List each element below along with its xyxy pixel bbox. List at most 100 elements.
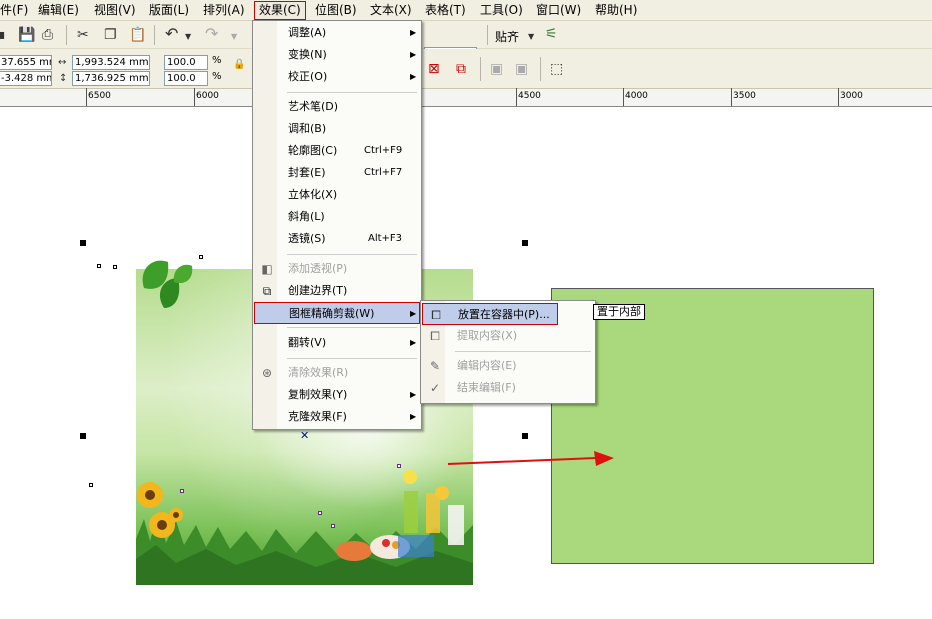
menu-item-finish-editing[interactable]: ✓ 结束编辑(F): [422, 377, 594, 399]
height-field[interactable]: 1,736.925 mm: [72, 71, 150, 86]
ruler-tick: [516, 88, 517, 106]
snap-dropdown-icon[interactable]: ▼: [528, 29, 534, 45]
undo-icon[interactable]: ↶: [165, 26, 178, 42]
menu-separator: [287, 358, 417, 359]
options-icon[interactable]: ⚟: [545, 26, 558, 42]
boundary-icon: ⧉: [262, 284, 272, 298]
ruler-tick: [86, 88, 87, 106]
menu-item-place-inside-container[interactable]: ⧠ 放置在容器中(P)...: [422, 303, 558, 325]
menu-item-extract-contents[interactable]: ⧠ 提取内容(X): [422, 325, 594, 347]
redo-icon[interactable]: ↷: [205, 26, 218, 42]
menu-item-rotate[interactable]: 翻转(V) ▶: [254, 332, 420, 354]
ruler-tick: [838, 88, 839, 106]
node[interactable]: [318, 511, 322, 515]
ruler-tick: [623, 88, 624, 106]
weld-icon[interactable]: ▣: [490, 61, 503, 77]
x-position-field[interactable]: 37.655 mm: [0, 55, 52, 70]
trim-icon[interactable]: ▣: [515, 61, 528, 77]
menu-help[interactable]: 帮助(H): [595, 2, 637, 19]
menu-item-copy-effect[interactable]: 复制效果(Y) ▶: [254, 384, 420, 406]
scale-y-field[interactable]: 100.0: [164, 71, 208, 86]
submenu-arrow-icon: ▶: [410, 338, 417, 347]
node[interactable]: [97, 264, 101, 268]
container-rectangle[interactable]: [551, 288, 874, 564]
menu-arrange[interactable]: 排列(A): [203, 2, 245, 19]
menu-window[interactable]: 窗口(W): [536, 2, 581, 19]
submenu-arrow-icon: ▶: [410, 50, 417, 59]
finish-editing-icon: ✓: [429, 381, 441, 395]
menu-effects[interactable]: 效果(C): [254, 1, 306, 20]
y-position-field[interactable]: -3.428 mm: [0, 71, 52, 86]
menu-layout[interactable]: 版面(L): [149, 2, 189, 19]
menu-item-lens[interactable]: 透镜(S) Alt+F3: [254, 228, 420, 250]
copy-icon[interactable]: ❐: [104, 27, 117, 43]
place-inside-icon: ⧠: [431, 308, 441, 322]
node[interactable]: [199, 255, 203, 259]
menu-separator: [287, 92, 417, 93]
powerclip-submenu: ⧠ 放置在容器中(P)... ⧠ 提取内容(X) ✎ 编辑内容(E) ✓ 结束编…: [420, 300, 596, 404]
property-bar: 37.655 mm -3.428 mm ↔ ↕ 1,993.524 mm 1,7…: [0, 49, 932, 89]
menu-item-extrude[interactable]: 立体化(X): [254, 184, 420, 206]
effects-menu: 调整(A) ▶ 变换(N) ▶ 校正(O) ▶ 艺术笔(D) 调和(B) 轮廓图…: [252, 20, 422, 430]
menu-file[interactable]: 件(F): [0, 2, 28, 19]
standard-toolbar: ▪ 💾 ⎙ ✂ ❐ 📋 ↶ ▼ ↷ ▼ ▼ 贴齐 ▼ ⚟: [0, 21, 932, 66]
center-marker-icon: ✕: [300, 429, 310, 442]
menu-item-envelope[interactable]: 封套(E) Ctrl+F7: [254, 162, 420, 184]
shortcut-label: Alt+F3: [368, 233, 403, 244]
clear-effect-icon: ⊛: [261, 366, 273, 380]
node[interactable]: [397, 464, 401, 468]
node[interactable]: [180, 489, 184, 493]
menu-item-transform[interactable]: 变换(N) ▶: [254, 44, 420, 66]
selection-handle[interactable]: [80, 240, 86, 246]
width-field[interactable]: 1,993.524 mm: [72, 55, 150, 70]
menu-item-contour[interactable]: 轮廓图(C) Ctrl+F9: [254, 140, 420, 162]
undo-dropdown-icon[interactable]: ▼: [185, 29, 191, 45]
menu-text[interactable]: 文本(X): [370, 2, 412, 19]
break-apart-icon[interactable]: ⧉: [456, 61, 466, 77]
menu-item-create-boundary[interactable]: ⧉ 创建边界(T): [254, 280, 420, 302]
submenu-arrow-icon: ▶: [410, 28, 417, 37]
scale-x-field[interactable]: 100.0: [164, 55, 208, 70]
print-icon[interactable]: ⎙: [42, 27, 53, 43]
menu-item-clone-effect[interactable]: 克隆效果(F) ▶: [254, 406, 420, 428]
menu-view[interactable]: 视图(V): [94, 2, 136, 19]
menu-bitmaps[interactable]: 位图(B): [315, 2, 357, 19]
snap-to-label[interactable]: 贴齐: [495, 28, 519, 45]
width-icon: ↔: [58, 57, 67, 68]
toolbar-divider: [480, 57, 481, 81]
node[interactable]: [331, 524, 335, 528]
order-icon[interactable]: ⊠: [428, 61, 440, 77]
menu-item-powerclip[interactable]: 图框精确剪裁(W) ▶: [254, 302, 420, 324]
lock-icon[interactable]: 🔒: [233, 57, 245, 73]
menu-item-adjust[interactable]: 调整(A) ▶: [254, 22, 420, 44]
redo-dropdown-icon[interactable]: ▼: [231, 29, 237, 45]
menu-edit[interactable]: 编辑(E): [38, 2, 79, 19]
menu-item-blend[interactable]: 调和(B): [254, 118, 420, 140]
menu-table[interactable]: 表格(T): [425, 2, 466, 19]
selection-handle[interactable]: [522, 433, 528, 439]
open-icon[interactable]: ▪: [0, 27, 6, 43]
menu-item-edit-contents[interactable]: ✎ 编辑内容(E): [422, 355, 594, 377]
submenu-arrow-icon: ▶: [410, 72, 417, 81]
toolbar-divider: [66, 25, 67, 45]
horizontal-ruler[interactable]: 6500 6000 4500 4000 3500 3000: [0, 88, 932, 107]
shortcut-label: Ctrl+F9: [364, 145, 403, 156]
menu-tools[interactable]: 工具(O): [480, 2, 523, 19]
menu-item-clear-effect[interactable]: ⊛ 清除效果(R): [254, 362, 420, 384]
menu-item-add-perspective[interactable]: ◧ 添加透视(P): [254, 258, 420, 280]
cut-icon[interactable]: ✂: [77, 27, 89, 43]
menu-item-artistic-media[interactable]: 艺术笔(D): [254, 96, 420, 118]
save-icon[interactable]: 💾: [18, 27, 35, 43]
selection-handle[interactable]: [80, 433, 86, 439]
menu-item-bevel[interactable]: 斜角(L): [254, 206, 420, 228]
ruler-label: 4000: [625, 91, 648, 101]
node[interactable]: [113, 265, 117, 269]
node[interactable]: [89, 483, 93, 487]
menu-item-correction[interactable]: 校正(O) ▶: [254, 66, 420, 88]
convert-icon[interactable]: ⬚: [550, 61, 563, 77]
selection-handle[interactable]: [522, 240, 528, 246]
percent-label: %: [212, 55, 222, 66]
tooltip: 置于内部: [593, 304, 645, 320]
paste-icon[interactable]: 📋: [129, 27, 146, 43]
height-icon: ↕: [59, 73, 68, 84]
